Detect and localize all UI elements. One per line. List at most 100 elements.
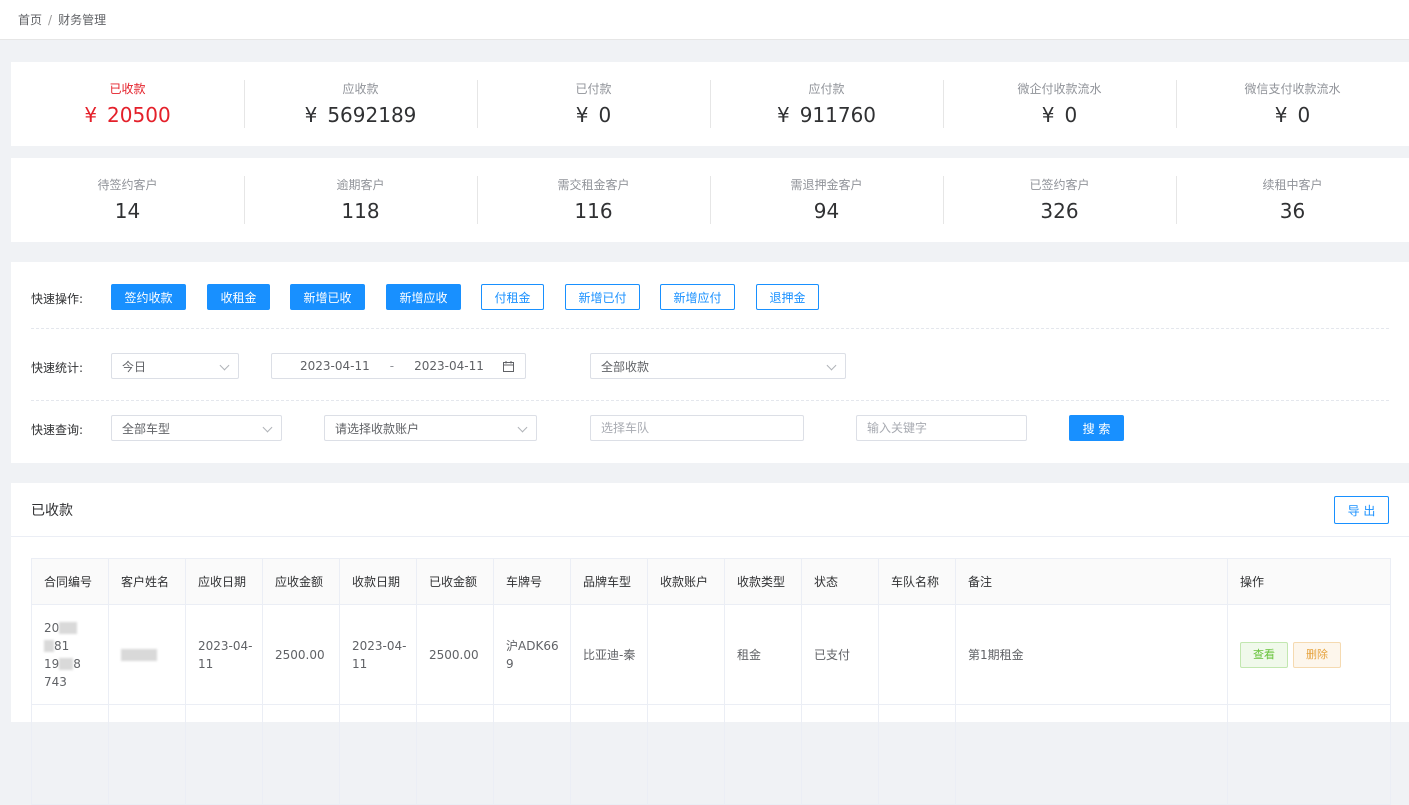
stat-value: ¥911760 (776, 103, 877, 127)
collection-type-value: 全部收款 (601, 359, 650, 374)
stat-deposit-refund[interactable]: 需退押金客户 94 (710, 176, 943, 224)
date-range-separator: - (389, 359, 395, 373)
stat-label: 逾期客户 (336, 178, 385, 192)
col-received-date: 收款日期 (339, 558, 417, 605)
add-received-button[interactable]: 新增已收 (290, 284, 365, 310)
fleet-input-field[interactable] (601, 421, 803, 435)
add-payable-button[interactable]: 新增应付 (660, 284, 735, 310)
quick-stats-label: 快速统计: (31, 360, 84, 375)
stat-value: ¥0 (1041, 103, 1078, 127)
col-fleet: 车队名称 (878, 558, 956, 605)
date-start[interactable]: 2023-04-11 (300, 359, 370, 373)
sign-collect-button[interactable]: 签约收款 (111, 284, 186, 310)
date-range-picker[interactable]: 2023-04-11 - 2023-04-11 (271, 353, 526, 379)
quick-query-label: 快速查询: (31, 422, 84, 437)
chevron-down-icon (517, 422, 528, 433)
stat-received[interactable]: 已收款 ¥20500 (11, 80, 244, 128)
stat-label: 应付款 (808, 82, 845, 96)
search-button[interactable]: 搜 索 (1069, 415, 1124, 441)
redacted-text (59, 622, 78, 634)
chevron-down-icon (219, 360, 230, 371)
cell-receivable-amount: 2500.00 (262, 604, 340, 705)
stat-pending-sign[interactable]: 待签约客户 14 (11, 176, 244, 224)
collect-rent-button[interactable]: 收租金 (207, 284, 270, 310)
breadcrumb: 首页 / 财务管理 (0, 0, 1409, 40)
stat-label: 已收款 (109, 82, 146, 96)
stat-value: ¥5692189 (304, 103, 417, 127)
cell-fleet (878, 604, 956, 705)
col-contract: 合同编号 (31, 558, 109, 605)
view-button[interactable]: 查看 (1240, 641, 1288, 668)
stat-signed[interactable]: 已签约客户 326 (943, 176, 1176, 224)
redacted-text (121, 649, 157, 661)
date-end[interactable]: 2023-04-11 (414, 359, 484, 373)
fleet-input[interactable] (590, 415, 804, 441)
cell-model: 比亚迪-秦 (570, 604, 648, 705)
stat-overdue[interactable]: 逾期客户 118 (244, 176, 477, 224)
col-type: 收款类型 (724, 558, 802, 605)
list-header: 已收款 (11, 483, 1409, 537)
collection-type-select[interactable]: 全部收款 (590, 353, 846, 379)
chevron-down-icon (826, 360, 837, 371)
account-select-placeholder: 请选择收款账户 (335, 421, 420, 436)
cell-customer (108, 604, 186, 705)
stat-renewing[interactable]: 续租中客户 36 (1176, 176, 1409, 224)
stat-label: 微信支付收款流水 (1244, 82, 1341, 96)
chevron-down-icon (262, 422, 273, 433)
car-type-value: 全部车型 (122, 421, 171, 436)
add-paid-button[interactable]: 新增已付 (565, 284, 640, 310)
redacted-text (44, 640, 54, 652)
stat-paid[interactable]: 已付款 ¥0 (477, 80, 710, 128)
cell-received-amount: 2500.00 (416, 604, 494, 705)
quick-ops-label: 快速操作: (31, 291, 84, 306)
money-stats-card: 已收款 ¥20500 应收款 ¥5692189 已付款 ¥0 应付款 ¥9117… (11, 62, 1409, 146)
breadcrumb-current: 财务管理 (58, 13, 107, 27)
stat-value: 116 (574, 199, 613, 223)
stat-label: 应收款 (342, 82, 379, 96)
keyword-input[interactable] (856, 415, 1027, 441)
col-plate: 车牌号 (493, 558, 571, 605)
breadcrumb-home[interactable]: 首页 (18, 11, 42, 28)
stat-payable[interactable]: 应付款 ¥911760 (710, 80, 943, 128)
add-receivable-button[interactable]: 新增应收 (386, 284, 461, 310)
stat-value: ¥0 (1274, 103, 1311, 127)
stat-wxpay-flow[interactable]: 微信支付收款流水 ¥0 (1176, 80, 1409, 128)
calendar-icon (503, 361, 514, 372)
cell-contract: 20 81 19 8 743 (31, 604, 109, 705)
col-receivable-amount: 应收金额 (262, 558, 340, 605)
delete-button[interactable]: 删除 (1293, 641, 1341, 668)
cell-type: 租金 (724, 604, 802, 705)
col-account: 收款账户 (647, 558, 725, 605)
car-type-select[interactable]: 全部车型 (111, 415, 282, 441)
customer-stats-card: 待签约客户 14 逾期客户 118 需交租金客户 116 需退押金客户 94 已… (11, 158, 1409, 242)
period-select-value: 今日 (122, 359, 147, 374)
stat-label: 已签约客户 (1029, 178, 1090, 192)
operations-card: 快速操作: 签约收款 收租金 新增已收 新增应收 付租金 新增已付 新增应付 退… (11, 262, 1409, 463)
stat-value: ¥20500 (84, 103, 171, 127)
col-status: 状态 (801, 558, 879, 605)
col-receivable-date: 应收日期 (185, 558, 263, 605)
stat-receivable[interactable]: 应收款 ¥5692189 (244, 80, 477, 128)
stat-value: 118 (341, 199, 380, 223)
stat-label: 续租中客户 (1262, 178, 1323, 192)
table-row: 20 81 19 8 743 2023-04-11 2500.00 2023-04… (31, 604, 1391, 705)
cell-status: 已支付 (801, 604, 879, 705)
stat-value: 36 (1279, 199, 1306, 223)
stat-wxqf-flow[interactable]: 微企付收款流水 ¥0 (943, 80, 1176, 128)
export-button[interactable]: 导 出 (1334, 496, 1389, 524)
stat-value: 94 (813, 199, 840, 223)
redacted-text (59, 658, 74, 670)
stat-label: 已付款 (575, 82, 612, 96)
breadcrumb-separator: / (48, 12, 53, 27)
divider (31, 400, 1389, 401)
cell-plate: 沪ADK669 (493, 604, 571, 705)
keyword-input-field[interactable] (867, 421, 1026, 435)
pay-rent-button[interactable]: 付租金 (481, 284, 544, 310)
stat-value: 326 (1040, 199, 1079, 223)
cell-receivable-date: 2023-04-11 (185, 604, 263, 705)
stat-label: 需交租金客户 (557, 178, 630, 192)
account-select[interactable]: 请选择收款账户 (324, 415, 537, 441)
period-select[interactable]: 今日 (111, 353, 239, 379)
refund-deposit-button[interactable]: 退押金 (756, 284, 819, 310)
stat-rent-due[interactable]: 需交租金客户 116 (477, 176, 710, 224)
